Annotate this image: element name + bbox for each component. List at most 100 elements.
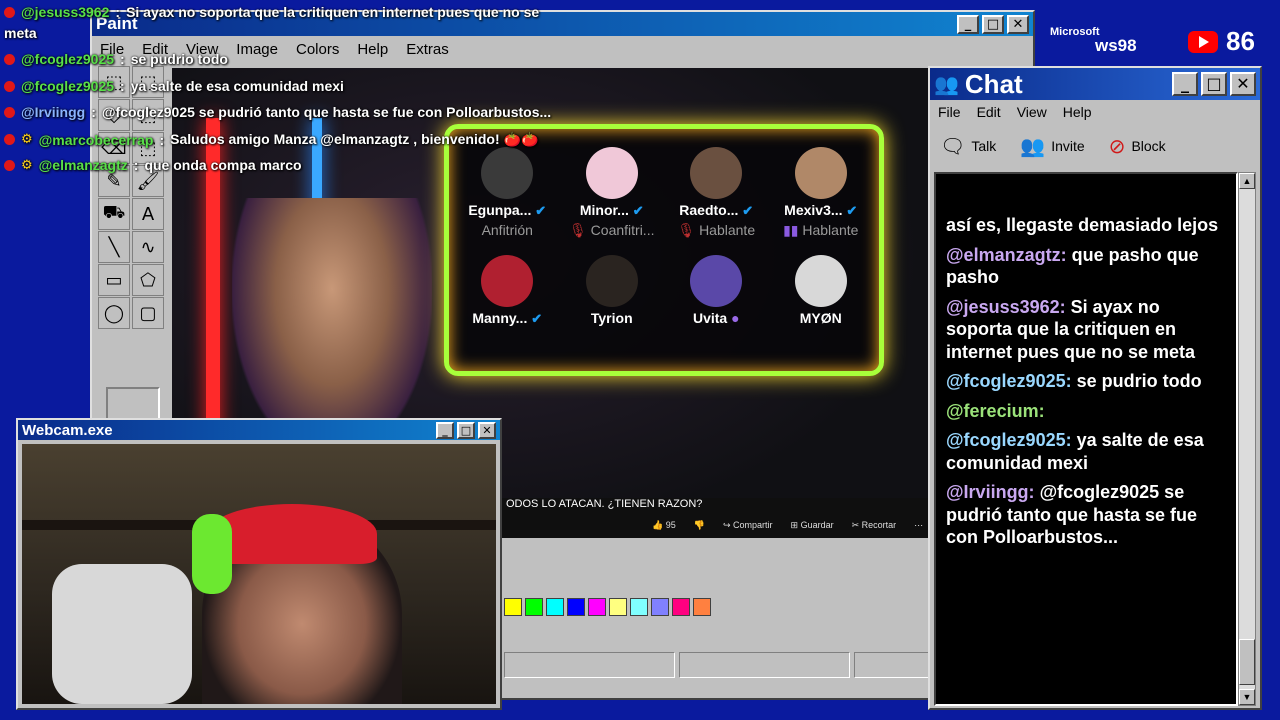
- color-swatch[interactable]: [672, 598, 690, 616]
- youtube-info-bar: ODOS LO ATACAN. ¿TIENEN RAZON? 👍 95 👎 ↪ …: [502, 498, 928, 538]
- webcam-titlebar[interactable]: Webcam.exe _ □ ✕: [18, 420, 500, 440]
- menu-file[interactable]: File: [938, 104, 961, 120]
- overlay-separator: :: [159, 131, 165, 148]
- text-tool-icon[interactable]: A: [132, 198, 164, 230]
- overlay-username: @marcobecerrap: [38, 131, 154, 148]
- color-swatch[interactable]: [546, 598, 564, 616]
- close-button[interactable]: ✕: [1230, 72, 1256, 96]
- talk-icon: 🗨: [940, 134, 966, 158]
- menu-help[interactable]: Help: [357, 41, 388, 58]
- maximize-button[interactable]: □: [982, 14, 1004, 34]
- speaker-card[interactable]: Tyrion: [560, 255, 665, 363]
- minimize-button[interactable]: _: [1172, 72, 1198, 96]
- dislike-icon[interactable]: 👎: [694, 520, 705, 531]
- color-swatch[interactable]: [693, 598, 711, 616]
- speaker-card[interactable]: Minor... ✔ 🎙 Coanfitri...: [560, 147, 665, 255]
- more-icon[interactable]: ⋯: [914, 520, 923, 531]
- invite-label: Invite: [1051, 138, 1085, 154]
- color-swatch[interactable]: [525, 598, 543, 616]
- rectangle-tool-icon[interactable]: ▭: [98, 264, 130, 296]
- speaker-card[interactable]: Egunpa... ✔ Anfitrión: [455, 147, 560, 255]
- chat-message: @jesuss3962: Si ayax no soporta que la c…: [946, 296, 1226, 364]
- green-headset: [192, 514, 232, 594]
- chat-title: Chat: [964, 68, 1023, 99]
- muted-mic-icon: 🎙: [569, 222, 587, 238]
- speaker-card[interactable]: Mexiv3... ✔ ▮▮ Hablante: [769, 147, 874, 255]
- minimize-button[interactable]: _: [957, 14, 979, 34]
- menu-view[interactable]: View: [1017, 104, 1047, 120]
- viewer-counter: 86: [1188, 26, 1255, 57]
- ellipse-tool-icon[interactable]: ◯: [98, 297, 130, 329]
- like-button[interactable]: 👍 95: [652, 520, 676, 531]
- avatar: [481, 255, 534, 307]
- color-swatch[interactable]: [588, 598, 606, 616]
- polygon-tool-icon[interactable]: ⬠: [132, 264, 164, 296]
- airbrush-tool-icon[interactable]: ⛟: [98, 198, 130, 230]
- color-swatch[interactable]: [504, 598, 522, 616]
- speaker-card[interactable]: Uvita ●: [664, 255, 769, 363]
- speaker-card[interactable]: Manny... ✔: [455, 255, 560, 363]
- menu-extras[interactable]: Extras: [406, 41, 449, 58]
- menu-colors[interactable]: Colors: [296, 41, 339, 58]
- invite-button[interactable]: 👥 Invite: [1020, 134, 1084, 158]
- close-button[interactable]: ✕: [478, 421, 496, 439]
- chat-username: @jesuss3962:: [946, 296, 1066, 317]
- paint-menubar: File Edit View Image Colors Help Extras: [92, 36, 1033, 62]
- youtube-dot-icon: [4, 106, 15, 118]
- rounded-rect-tool-icon[interactable]: ▢: [132, 297, 164, 329]
- menu-help[interactable]: Help: [1063, 104, 1092, 120]
- youtube-dot-icon: [4, 6, 15, 18]
- overlay-text: meta: [4, 25, 37, 41]
- maximize-button[interactable]: □: [457, 421, 475, 439]
- talk-button[interactable]: 🗨 Talk: [940, 134, 996, 158]
- scroll-thumb[interactable]: [1239, 639, 1255, 685]
- microsoft-label: Microsoft: [1050, 26, 1100, 38]
- speaker-name: MYØN: [799, 310, 842, 326]
- color-swatch[interactable]: [651, 598, 669, 616]
- chat-username: @fcoglez9025:: [946, 430, 1072, 450]
- clip-label: Recortar: [861, 520, 897, 530]
- invite-icon: 👥: [1020, 134, 1046, 158]
- speaker-name: Egunpa...: [468, 202, 532, 218]
- line-tool-icon[interactable]: ╲: [98, 231, 130, 263]
- scroll-down-icon[interactable]: ▼: [1239, 689, 1255, 705]
- speaker-card[interactable]: Raedto... ✔ 🎙 Hablante: [664, 147, 769, 255]
- avatar: [481, 147, 534, 199]
- youtube-dot-icon: [4, 80, 15, 92]
- overlay-separator: :: [115, 4, 121, 20]
- chat-username: @Irviingg:: [946, 482, 1035, 502]
- share-button[interactable]: ↪ Compartir: [723, 520, 773, 531]
- menu-image[interactable]: Image: [236, 41, 278, 58]
- block-button[interactable]: ⊘ Block: [1109, 134, 1166, 158]
- speaker-name: Uvita: [692, 310, 728, 326]
- overlay-separator: :: [120, 51, 125, 67]
- overlay-text: ya salte de esa comunidad mexi: [130, 78, 344, 94]
- chat-titlebar[interactable]: 👥 Chat _ □ ✕: [930, 68, 1260, 100]
- thumbs-up-icon: 👍: [652, 520, 664, 530]
- overlay-line: @fcoglez9025 : ya salte de esa comunidad…: [4, 78, 344, 94]
- curve-tool-icon[interactable]: ∿: [132, 231, 164, 263]
- speaker-role: Hablante: [699, 222, 756, 238]
- avatar: [690, 255, 743, 307]
- maximize-button[interactable]: □: [1201, 72, 1227, 96]
- chat-toolbar: 🗨 Talk 👥 Invite ⊘ Block: [930, 124, 1260, 168]
- color-swatch[interactable]: [609, 598, 627, 616]
- chat-scrollbar[interactable]: ▲ ▼: [1238, 172, 1256, 706]
- menu-edit[interactable]: Edit: [977, 104, 1001, 120]
- color-swatch[interactable]: [630, 598, 648, 616]
- share-label: Compartir: [733, 520, 773, 530]
- close-button[interactable]: ✕: [1007, 14, 1029, 34]
- save-button[interactable]: ⊞ Guardar: [791, 520, 834, 531]
- clip-button[interactable]: ✂ Recortar: [852, 520, 897, 531]
- chat-log[interactable]: así es, llegaste demasiado lejos @elmanz…: [934, 172, 1238, 706]
- overlay-text: se pudrio todo: [130, 51, 228, 67]
- os-label: ws98: [1095, 36, 1137, 55]
- color-swatch[interactable]: [567, 598, 585, 616]
- speaker-card[interactable]: MYØN: [769, 255, 874, 363]
- overlay-text: @fcoglez9025 se pudrió tanto que hasta s…: [101, 104, 552, 120]
- scroll-up-icon[interactable]: ▲: [1239, 173, 1255, 189]
- chat-username: @elmanzagtz:: [946, 244, 1067, 265]
- minimize-button[interactable]: _: [436, 421, 454, 439]
- chat-people-icon: 👥: [934, 73, 959, 96]
- overlay-line: @fcoglez9025 : se pudrio todo: [4, 51, 228, 67]
